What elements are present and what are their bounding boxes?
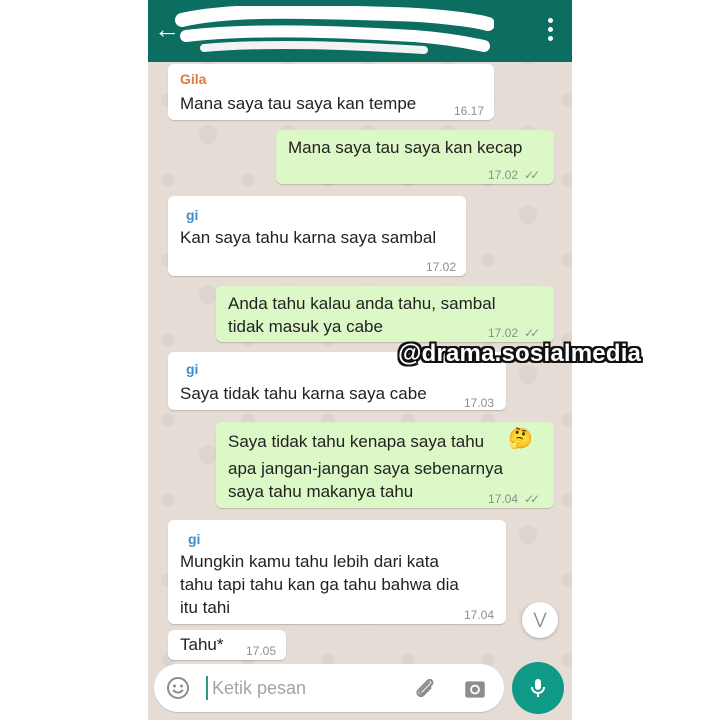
scroll-to-bottom-button[interactable]: ⋁ (522, 602, 558, 638)
camera-icon[interactable] (462, 676, 488, 702)
message-text: Saya tidak tahu kenapa saya tahu (228, 432, 485, 451)
message-text: tidak masuk ya cabe (228, 317, 383, 336)
message-time: 17.02 (426, 260, 457, 274)
message-input[interactable] (206, 676, 412, 700)
message-bubble-incoming[interactable]: Gila Mana saya tau saya kan tempe 16.17 (168, 64, 494, 120)
voice-record-button[interactable] (512, 662, 564, 714)
double-chevron-down-icon: ⋁ (533, 611, 547, 628)
message-bubble-incoming[interactable]: gi Mungkin kamu tahu lebih dari kata tah… (168, 520, 506, 624)
message-bubble-outgoing[interactable]: Mana saya tau saya kan kecap 17.02 ✓✓ (276, 130, 554, 184)
message-text: tahu tapi tahu kan ga tahu bahwa dia (180, 575, 459, 594)
message-text: Saya tidak tahu karna saya cabe (180, 384, 427, 403)
message-text: Tahu* (180, 635, 224, 654)
message-bubble-outgoing[interactable]: Anda tahu kalau anda tahu, sambal tidak … (216, 286, 554, 342)
message-composer (154, 664, 504, 712)
message-text: saya tahu makanya tahu (228, 482, 414, 501)
message-time: 17.04 (464, 608, 495, 622)
double-check-icon: ✓✓ (524, 492, 540, 506)
sender-name: Gila (180, 71, 207, 87)
sender-name: gi (186, 361, 199, 377)
chat-header: ← (148, 0, 572, 62)
message-text: Mana saya tau saya kan tempe (180, 94, 417, 113)
message-bubble-outgoing[interactable]: Saya tidak tahu kenapa saya tahu 🤔 apa j… (216, 422, 554, 508)
sender-name: gi (188, 531, 201, 547)
message-text: Mungkin kamu tahu lebih dari kata (180, 552, 439, 571)
message-time: 17.03 (464, 396, 495, 410)
message-time: 16.17 (454, 104, 485, 118)
double-check-icon: ✓✓ (524, 168, 540, 182)
mic-icon (531, 679, 545, 697)
message-text: Anda tahu kalau anda tahu, sambal (228, 294, 496, 313)
paperclip-icon[interactable] (412, 676, 438, 702)
watermark-text: @drama.sosialmedia (398, 340, 642, 367)
redaction-scribble (175, 6, 494, 54)
message-bubble-incoming[interactable]: Tahu* 17.05 (168, 630, 286, 660)
message-text: Mana saya tau saya kan kecap (288, 138, 523, 157)
thinking-face-icon: 🤔 (508, 428, 533, 450)
message-time: 17.04 (488, 492, 519, 506)
emoji-icon[interactable] (166, 676, 190, 700)
message-text: apa jangan-jangan saya sebenarnya (228, 459, 504, 478)
message-text: itu tahi (180, 598, 231, 617)
message-time: 17.02 (488, 168, 519, 182)
more-vert-icon[interactable] (548, 18, 554, 42)
message-bubble-incoming[interactable]: gi Kan saya tahu karna saya sambal 17.02 (168, 196, 466, 276)
sender-name: gi (186, 207, 199, 223)
message-text: Kan saya tahu karna saya sambal (180, 228, 437, 247)
message-time: 17.05 (246, 644, 277, 658)
